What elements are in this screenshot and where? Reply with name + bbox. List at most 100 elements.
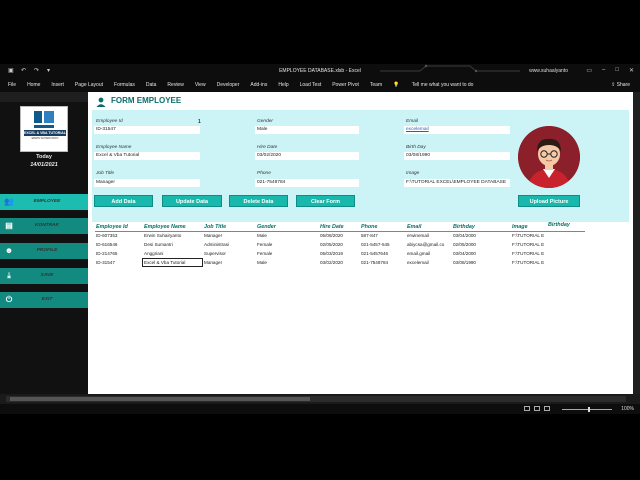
tell-me-search[interactable]: 💡 Tell me what you want to do: [393, 82, 490, 88]
cell-hire-date: 05/03/2019: [320, 251, 343, 256]
tab-data[interactable]: Data: [146, 82, 163, 88]
avatar-icon: [518, 126, 580, 188]
maximize-icon[interactable]: □: [615, 67, 619, 74]
normal-view-icon[interactable]: [524, 406, 530, 411]
close-icon[interactable]: ✕: [629, 67, 634, 74]
col-header-gender: Gender: [257, 224, 276, 230]
cell-gender: Female: [257, 242, 273, 247]
sidebar-item-label: EMPLOYEE: [33, 199, 61, 204]
cell-employee-name: Erwin Suhairyanto: [144, 233, 182, 238]
cell-hire-date: 02/05/2020: [320, 242, 343, 247]
sidebar-item-exit[interactable]: ⏻ EXIT: [0, 292, 88, 308]
logo-sub: ERWIN SUHAIRYANTO: [31, 137, 59, 140]
sidebar-item-kontrak[interactable]: ▤ KONTRAK: [0, 218, 88, 234]
window-controls: ▭ – □ ✕: [586, 67, 634, 74]
share-button[interactable]: ⇪ Share: [611, 82, 630, 88]
sidebar-item-label: PROFILE: [36, 248, 58, 253]
cell-job-title: Administrasi: [204, 242, 230, 247]
cell-gender: Male: [257, 260, 267, 265]
tab-power-pivot[interactable]: Power Pivot: [332, 82, 365, 88]
cell-email: abiycsa@gmail.co: [407, 242, 445, 247]
tab-page-layout[interactable]: Page Layout: [75, 82, 109, 88]
zoom-slider[interactable]: [562, 409, 612, 410]
cell-birthday: 03/04/2000: [453, 233, 476, 238]
cell-phone: 021-5457-545: [361, 242, 390, 247]
tab-file[interactable]: File: [8, 82, 22, 88]
page-layout-view-icon[interactable]: [534, 406, 540, 411]
zoom-level[interactable]: 100%: [621, 406, 634, 412]
add-data-button[interactable]: Add Data: [94, 195, 153, 207]
phone-label: Phone: [257, 171, 271, 176]
col-header-job-title: Job Title: [204, 224, 227, 230]
col-header-birthday: Birthday: [453, 224, 475, 230]
horizontal-scrollbar[interactable]: [0, 394, 640, 404]
tab-load-test[interactable]: Load Test: [300, 82, 328, 88]
sidebar-item-profile[interactable]: ☻ PROFILE: [0, 243, 88, 259]
email-field[interactable]: excelemail: [404, 126, 510, 134]
excel-title-bar: ▣ ↶ ↷ ▾ EMPLOYEE DATABASE.xlsb - Excel w…: [0, 64, 640, 78]
hire-date-field[interactable]: 03/02/2020: [255, 152, 359, 160]
upload-picture-button[interactable]: Upload Picture: [518, 195, 580, 207]
ribbon-tabs: File Home Insert Page Layout Formulas Da…: [0, 78, 640, 92]
cell-email: email.gmail: [407, 251, 431, 256]
tab-help[interactable]: Help: [278, 82, 294, 88]
active-cell-selection[interactable]: [142, 258, 203, 267]
col-header-hire-date: Hire Date: [320, 224, 344, 230]
phone-field[interactable]: 021-7548784: [255, 179, 359, 187]
col-header-employee-name: Employee Name: [144, 224, 186, 230]
employee-count: 1: [198, 119, 201, 125]
view-buttons: [524, 406, 550, 411]
cell-image: F:\TUTORIAL E: [512, 260, 545, 265]
cell-employee-name: Anggriani: [144, 251, 164, 256]
cell-employee-id: ID-607353: [96, 233, 118, 238]
image-path-field[interactable]: F:\TUTORIAL EXCEL\EMPLOYEE DATABASE: [404, 179, 510, 187]
job-title-label: Job Title: [96, 171, 115, 176]
cell-image: F:\TUTORIAL E: [512, 251, 545, 256]
employee-name-field[interactable]: Excel & Vba Tutorial: [94, 152, 200, 160]
cell-hire-date: 05/08/2020: [320, 233, 343, 238]
tab-developer[interactable]: Developer: [217, 82, 246, 88]
cell-job-title: Manager: [204, 233, 223, 238]
employee-photo: [518, 126, 580, 188]
tab-view[interactable]: View: [195, 82, 212, 88]
birth-day-field[interactable]: 03/08/1990: [404, 152, 510, 160]
tab-review[interactable]: Review: [167, 82, 189, 88]
tab-team[interactable]: Team: [370, 82, 388, 88]
cell-employee-id: ID-214765: [96, 251, 118, 256]
gender-field[interactable]: Male: [255, 126, 359, 134]
zoom-slider-knob[interactable]: [588, 407, 590, 412]
delete-data-button[interactable]: Delete Data: [229, 195, 288, 207]
cell-gender: Female: [257, 251, 273, 256]
logo: EXCEL & VBA TUTORIAL ERWIN SUHAIRYANTO: [20, 106, 68, 152]
page-break-view-icon[interactable]: [544, 406, 550, 411]
tab-home[interactable]: Home: [27, 82, 46, 88]
cell-job-title: Manager: [204, 260, 223, 265]
job-title-field[interactable]: Manager: [94, 179, 200, 187]
tab-formulas[interactable]: Formulas: [114, 82, 141, 88]
update-data-button[interactable]: Update Data: [162, 195, 222, 207]
employee-id-field[interactable]: ID-31547: [94, 126, 200, 134]
sidebar: EXCEL & VBA TUTORIAL ERWIN SUHAIRYANTO T…: [0, 102, 88, 394]
ribbon-display-icon[interactable]: ▭: [586, 67, 592, 74]
tab-insert[interactable]: Insert: [51, 82, 70, 88]
clear-form-button[interactable]: Clear Form: [296, 195, 355, 207]
sidebar-item-employee[interactable]: 👥 EMPLOYEE: [0, 194, 88, 210]
employee-name-label: Employee Name: [96, 145, 132, 150]
col-header-email: Email: [407, 224, 422, 230]
col-header-image: Image: [512, 224, 528, 230]
user-name[interactable]: www.suhaalyanto: [529, 68, 568, 74]
col-header-birthday-2: Birthday: [548, 222, 570, 228]
minimize-icon[interactable]: –: [602, 67, 605, 74]
cell-birthday: 02/05/2000: [453, 242, 476, 247]
cell-phone: 021-7548784: [361, 260, 389, 265]
gender-label: Gender: [257, 119, 273, 124]
sidebar-item-save[interactable]: ⤓ SAVE: [0, 268, 88, 284]
cell-image: F:\TUTORIAL E: [512, 233, 545, 238]
header-underline: [95, 231, 585, 232]
cell-email: erwinemail: [407, 233, 429, 238]
cell-birthday: 03/08/1990: [453, 260, 476, 265]
email-label: Email: [406, 119, 418, 124]
cell-gender: Male: [257, 233, 267, 238]
tab-add-ins[interactable]: Add-ins: [250, 82, 273, 88]
scrollbar-thumb[interactable]: [10, 397, 310, 401]
